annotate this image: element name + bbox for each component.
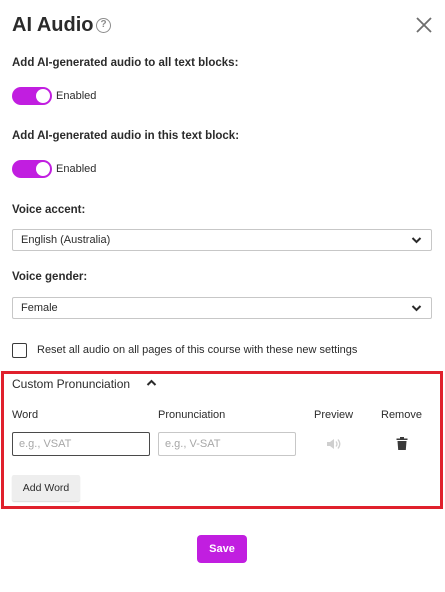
- trash-icon[interactable]: [396, 437, 408, 450]
- this-block-status: Enabled: [56, 163, 97, 175]
- column-header-pronunciation: Pronunciation: [158, 409, 226, 421]
- all-blocks-label: Add AI-generated audio to all text block…: [12, 57, 239, 69]
- toggle-knob: [36, 162, 50, 176]
- chevron-down-icon: [411, 237, 422, 244]
- voice-gender-select[interactable]: Female: [12, 297, 432, 319]
- reset-audio-label: Reset all audio on all pages of this cou…: [37, 344, 358, 356]
- column-header-word: Word: [12, 409, 39, 421]
- chevron-up-icon[interactable]: [146, 378, 157, 388]
- close-icon[interactable]: [414, 15, 434, 35]
- pronunciation-input[interactable]: [158, 432, 296, 456]
- reset-audio-checkbox[interactable]: [12, 343, 27, 358]
- help-icon[interactable]: ?: [96, 18, 111, 33]
- voice-accent-value: English (Australia): [21, 234, 111, 246]
- add-word-button[interactable]: Add Word: [12, 475, 80, 501]
- voice-accent-select[interactable]: English (Australia): [12, 229, 432, 251]
- toggle-knob: [36, 89, 50, 103]
- this-block-label: Add AI-generated audio in this text bloc…: [12, 130, 240, 142]
- column-header-remove: Remove: [381, 409, 422, 421]
- voice-gender-label: Voice gender:: [12, 271, 88, 283]
- speaker-icon[interactable]: [326, 438, 342, 450]
- chevron-down-icon: [411, 305, 422, 312]
- voice-gender-value: Female: [21, 302, 58, 314]
- all-blocks-toggle[interactable]: [12, 87, 52, 105]
- all-blocks-status: Enabled: [56, 90, 97, 102]
- dialog-title: AI Audio: [12, 14, 94, 36]
- voice-accent-label: Voice accent:: [12, 204, 86, 216]
- word-input[interactable]: [12, 432, 150, 456]
- custom-pronunciation-toggle[interactable]: Custom Pronunciation: [12, 377, 130, 391]
- save-button[interactable]: Save: [197, 535, 247, 563]
- this-block-toggle[interactable]: [12, 160, 52, 178]
- column-header-preview: Preview: [314, 409, 354, 421]
